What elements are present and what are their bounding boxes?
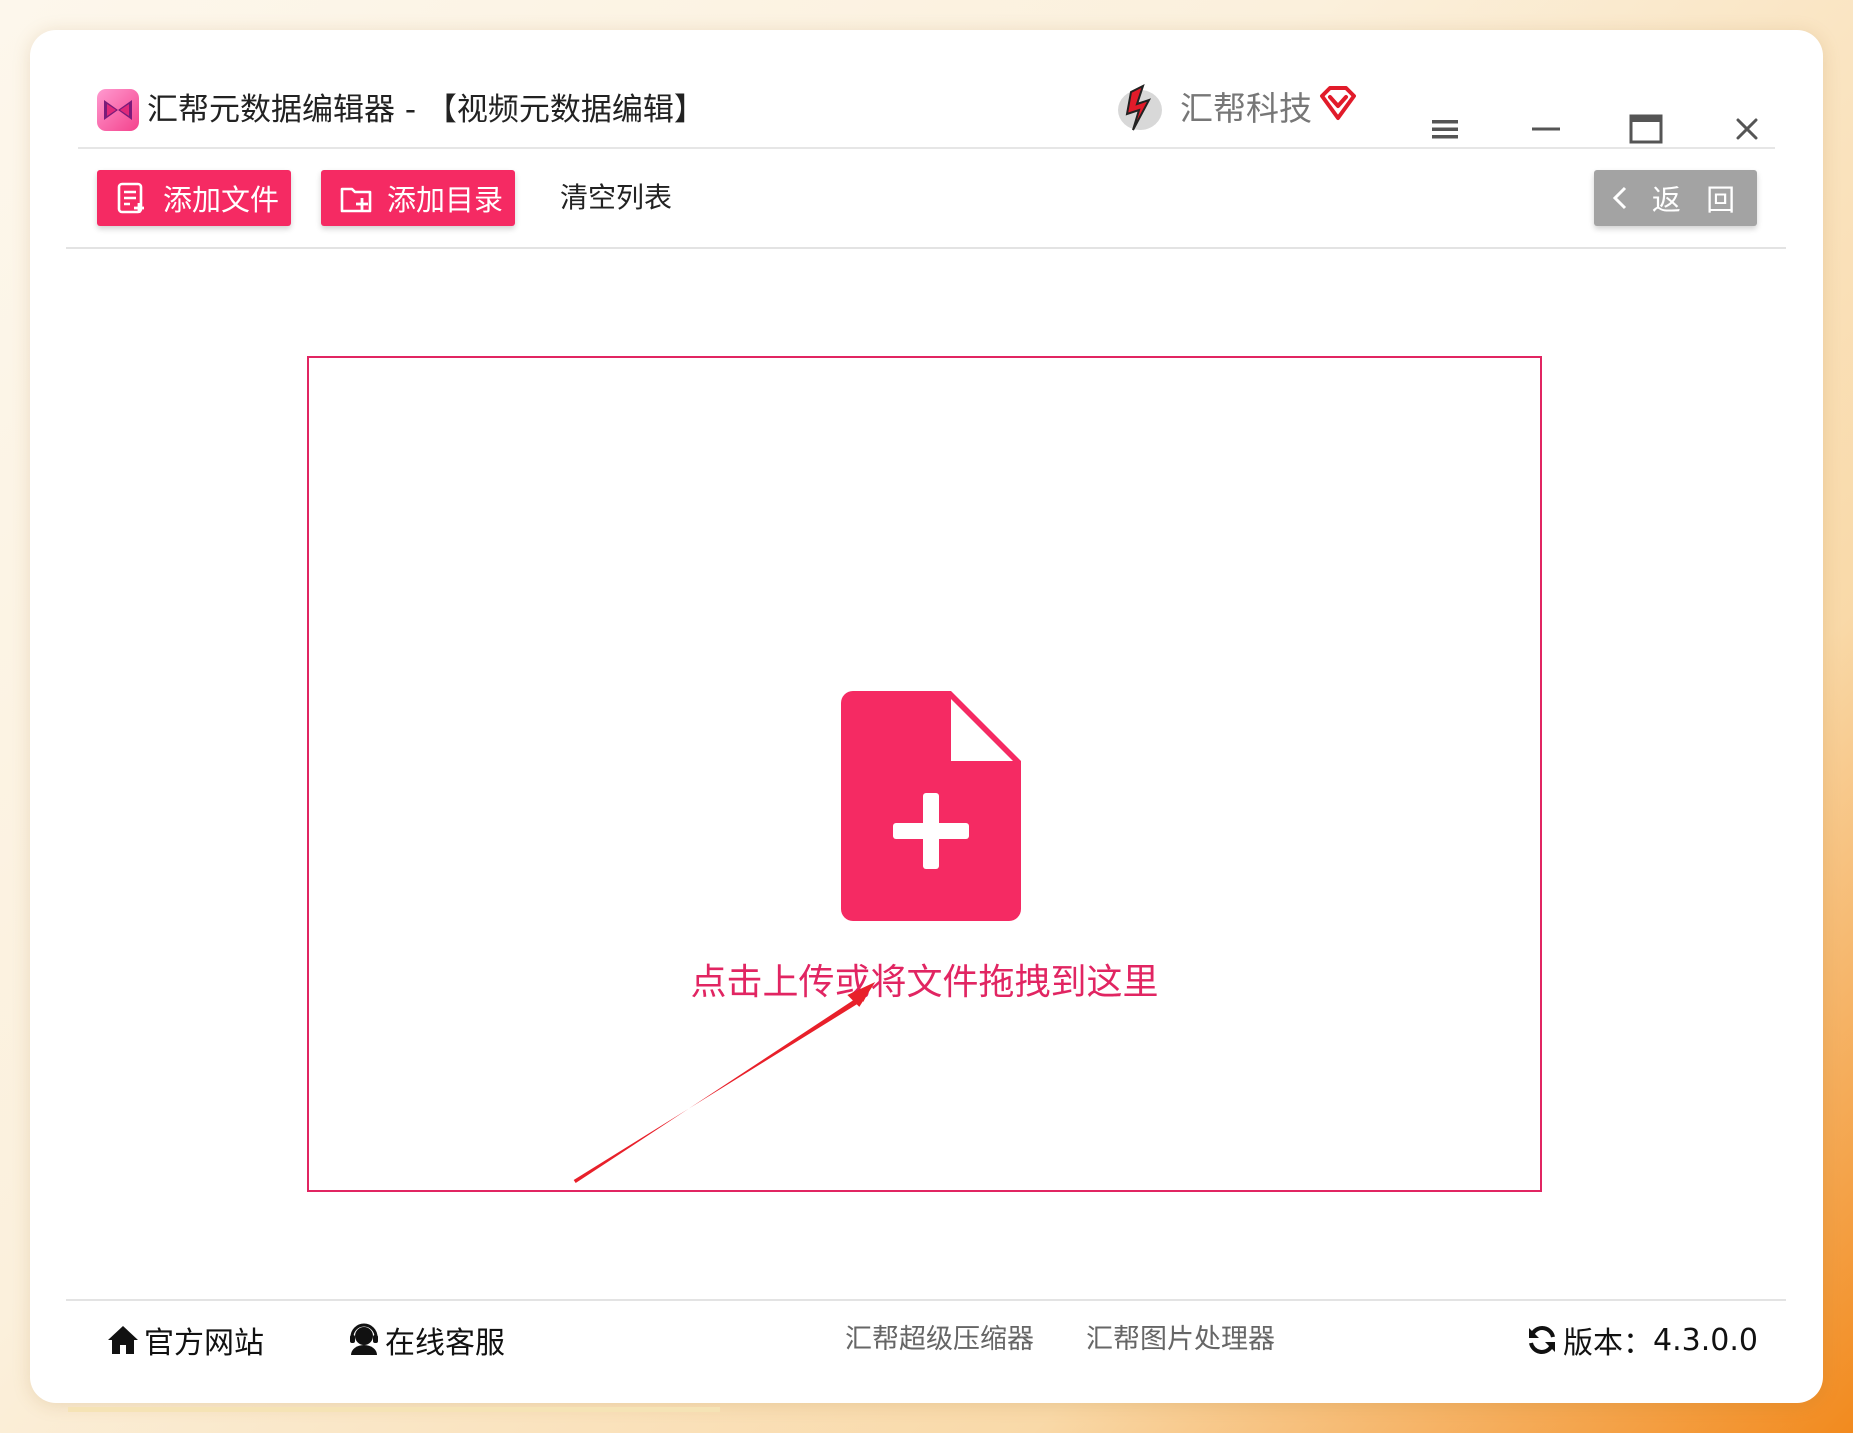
add-file-large-icon xyxy=(841,691,1021,921)
minimize-icon[interactable] xyxy=(1529,112,1563,146)
add-folder-label: 添加目录 xyxy=(387,183,504,217)
brand-logo-icon xyxy=(1118,84,1162,131)
compressor-link[interactable]: 汇帮超级压缩器 xyxy=(845,1310,1034,1370)
add-file-button[interactable]: 添加文件 xyxy=(97,170,291,226)
file-drop-zone[interactable]: 点击上传或将文件拖拽到这里 xyxy=(307,356,1542,1192)
customer-service-icon xyxy=(350,1323,378,1355)
add-folder-button[interactable]: 添加目录 xyxy=(321,170,515,226)
toolbar: 添加文件 添加目录 清空列表 返 回 xyxy=(30,170,1823,240)
online-service-label: 在线客服 xyxy=(385,1326,505,1361)
title-bar: 汇帮元数据编辑器 - 【视频元数据编辑】 汇帮科技 xyxy=(30,30,1823,148)
image-processor-link[interactable]: 汇帮图片处理器 xyxy=(1086,1310,1275,1370)
clear-list-button[interactable]: 清空列表 xyxy=(560,170,672,226)
chevron-left-icon xyxy=(1612,186,1626,210)
maximize-icon[interactable] xyxy=(1629,112,1663,146)
version-info[interactable]: 版本： 4.3.0.0 xyxy=(1525,1310,1758,1370)
menu-icon[interactable] xyxy=(1428,112,1462,146)
version-value: 4.3.0.0 xyxy=(1653,1322,1758,1358)
brand-name: 汇帮科技 xyxy=(1180,89,1312,128)
footer-bar: 官方网站 在线客服 汇帮超级压缩器 汇帮图片处理器 版本： 4.3.0.0 xyxy=(30,1310,1823,1370)
progress-underline xyxy=(68,1407,720,1412)
drop-zone-prompt: 点击上传或将文件拖拽到这里 xyxy=(690,962,1159,1003)
window-title: 汇帮元数据编辑器 - 【视频元数据编辑】 xyxy=(147,92,705,128)
add-file-label: 添加文件 xyxy=(163,183,280,217)
close-icon[interactable] xyxy=(1730,112,1764,146)
online-service-link[interactable]: 在线客服 xyxy=(347,1310,505,1370)
toolbar-divider xyxy=(66,247,1786,249)
add-file-icon xyxy=(117,182,144,214)
back-label: 返 回 xyxy=(1651,183,1744,217)
official-site-label: 官方网站 xyxy=(144,1326,264,1361)
add-folder-icon xyxy=(340,187,372,213)
app-window: 汇帮元数据编辑器 - 【视频元数据编辑】 汇帮科技 添加文件 添加目录 清空列表… xyxy=(30,30,1823,1403)
title-divider xyxy=(78,147,1775,149)
app-logo-icon xyxy=(97,89,139,131)
version-label: 版本： xyxy=(1563,1326,1653,1361)
home-icon xyxy=(108,1326,138,1354)
back-button[interactable]: 返 回 xyxy=(1594,170,1757,226)
official-site-link[interactable]: 官方网站 xyxy=(106,1310,264,1370)
refresh-icon xyxy=(1529,1326,1555,1354)
footer-divider xyxy=(66,1299,1786,1301)
vip-diamond-icon[interactable] xyxy=(1318,84,1358,124)
